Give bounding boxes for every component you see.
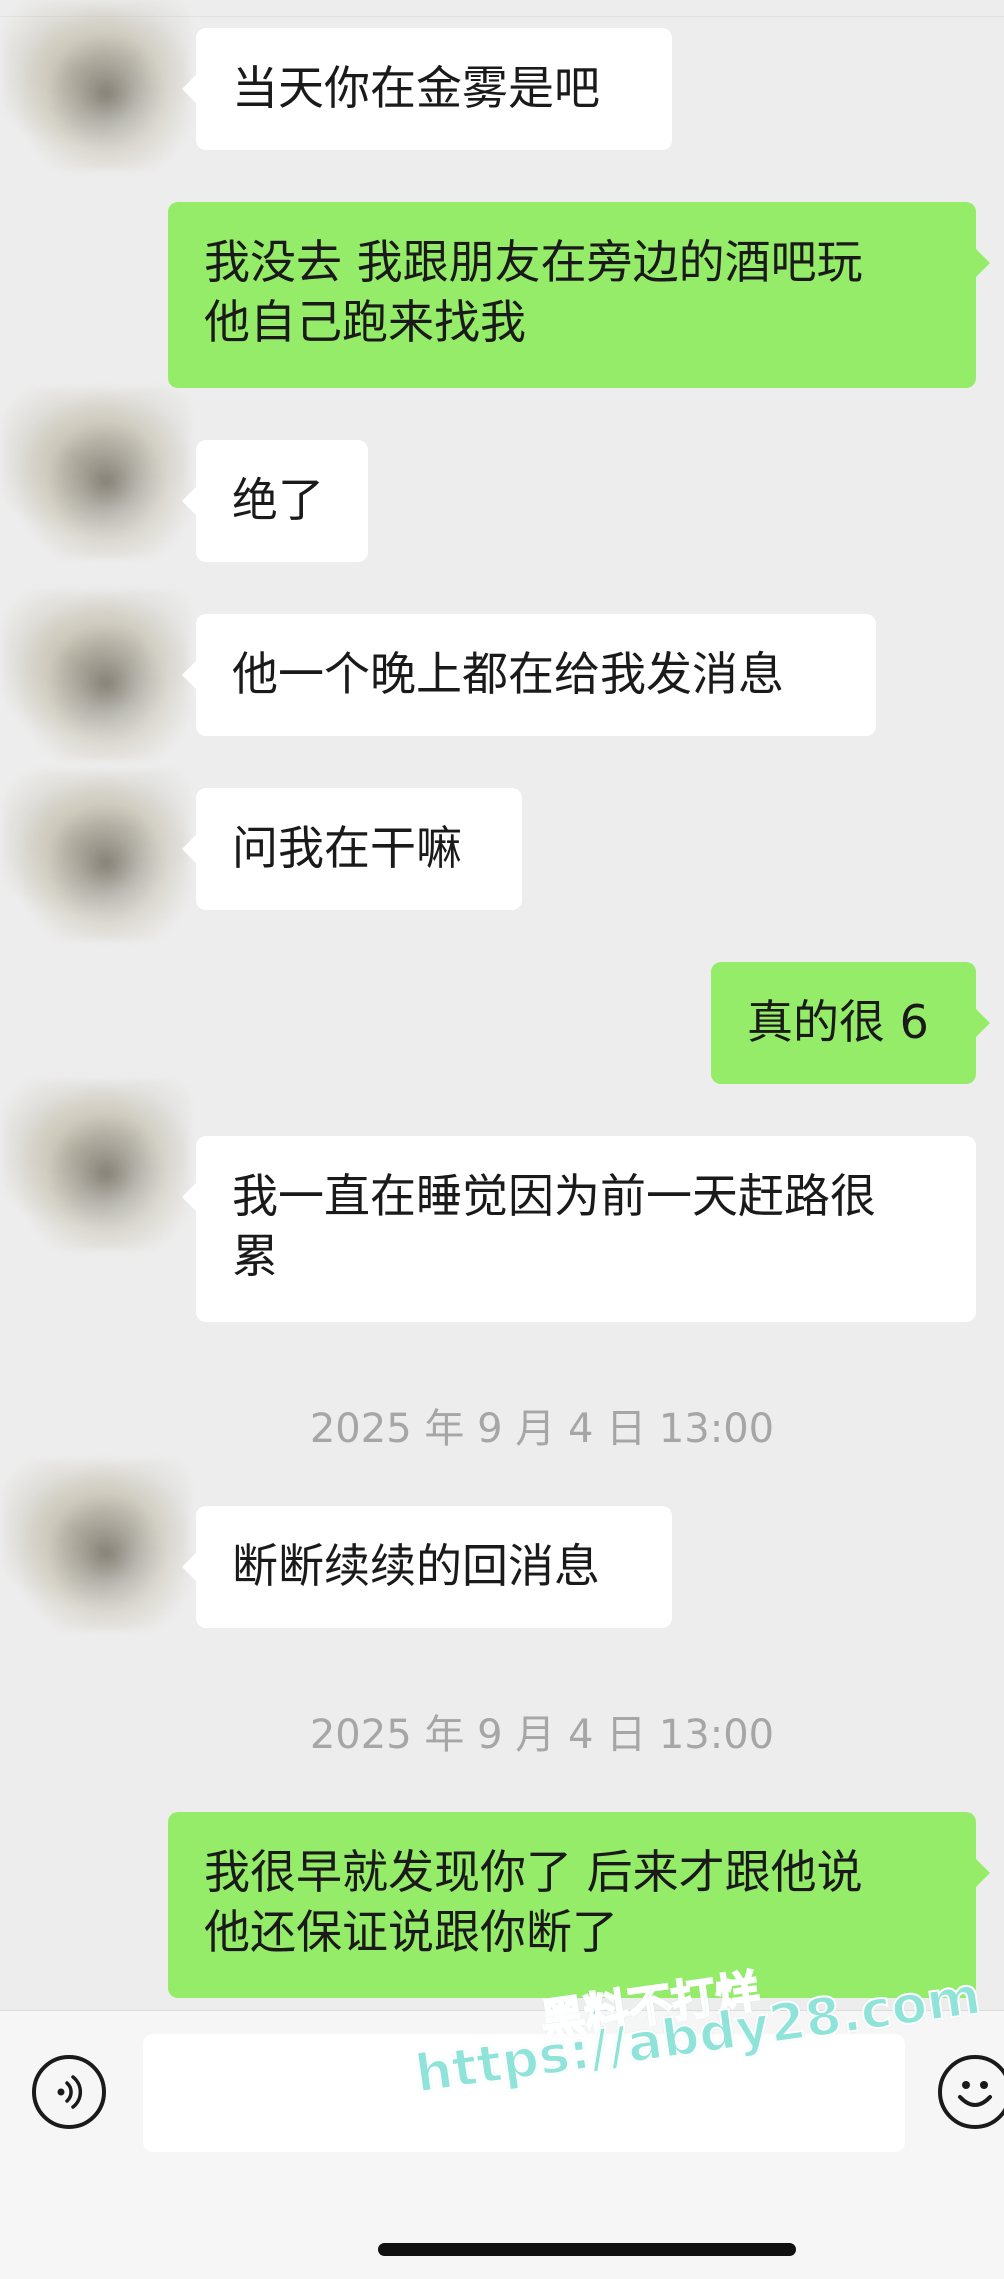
contact-avatar[interactable] bbox=[4, 1460, 190, 1630]
message-bubble-incoming[interactable]: 当天你在金雾是吧 bbox=[182, 28, 672, 150]
message-bubble-incoming[interactable]: 问我在干嘛 bbox=[182, 788, 522, 910]
message-bubble-incoming[interactable]: 断断续续的回消息 bbox=[182, 1506, 672, 1628]
contact-avatar[interactable] bbox=[4, 0, 190, 170]
voice-icon bbox=[57, 2075, 83, 2109]
home-indicator[interactable] bbox=[378, 2243, 796, 2256]
contact-avatar[interactable] bbox=[4, 388, 190, 558]
contact-avatar[interactable] bbox=[4, 1080, 190, 1250]
message-bubble-incoming[interactable]: 他一个晚上都在给我发消息 bbox=[182, 614, 876, 736]
voice-button[interactable] bbox=[32, 2055, 106, 2129]
contact-avatar[interactable] bbox=[4, 590, 190, 760]
message-bubble-outgoing[interactable]: 真的很 6 bbox=[711, 962, 990, 1084]
message-timestamp: 2025 年 9 月 4 日 13:00 bbox=[309, 1406, 775, 1452]
message-bubble-outgoing[interactable]: 我很早就发现你了 后来才跟他说 他还保证说跟你断了 bbox=[168, 1812, 990, 1998]
message-timestamp: 2025 年 9 月 4 日 13:00 bbox=[309, 1712, 775, 1758]
message-bubble-incoming[interactable]: 绝了 bbox=[182, 440, 368, 562]
emoji-button[interactable] bbox=[938, 2055, 1004, 2129]
message-bubble-outgoing[interactable]: 我没去 我跟朋友在旁边的酒吧玩 他自己跑来找我 bbox=[168, 202, 990, 388]
message-bubble-incoming[interactable]: 我一直在睡觉因为前一天赶路很 累 bbox=[182, 1136, 976, 1322]
contact-avatar[interactable] bbox=[4, 770, 190, 940]
emoji-icon bbox=[958, 2081, 992, 2107]
